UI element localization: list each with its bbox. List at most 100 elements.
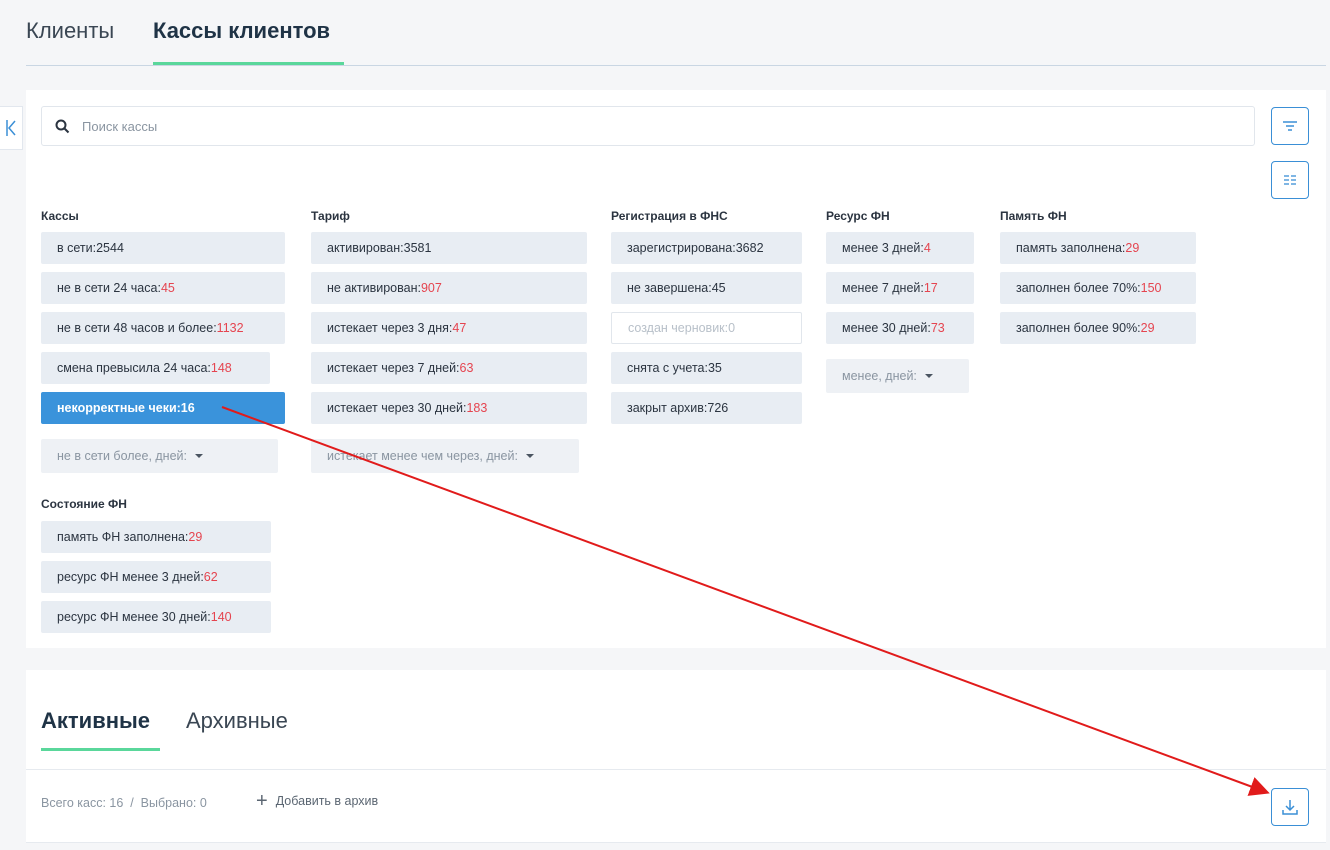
- results-panel: Активные Архивные Всего касс: 16 / Выбра…: [26, 670, 1326, 842]
- chip-count: 4: [923, 241, 931, 255]
- expires-days-dropdown[interactable]: истекает менее чем через, дней:: [311, 439, 579, 473]
- chip-count: 150: [1140, 281, 1162, 295]
- chip-label: менее 7 дней:: [842, 281, 924, 295]
- download-button[interactable]: [1271, 788, 1309, 826]
- chip-fn-memory-full[interactable]: память ФН заполнена: 29: [41, 521, 271, 553]
- chip-count: 29: [1125, 241, 1140, 255]
- chip-label: истекает через 30 дней:: [327, 401, 467, 415]
- chip-resource-7d[interactable]: менее 7 дней: 17: [826, 272, 974, 304]
- chip-label: не завершена:: [627, 281, 712, 295]
- chip-registered[interactable]: зарегистрирована: 3682: [611, 232, 802, 264]
- offline-days-dropdown[interactable]: не в сети более, дней:: [41, 439, 278, 473]
- chip-label: активирован:: [327, 241, 404, 255]
- chip-label: истекает через 3 дня:: [327, 321, 453, 335]
- group-title-sostoyanie: Состояние ФН: [41, 497, 127, 511]
- chip-count: 16: [180, 401, 195, 415]
- chip-count: 29: [188, 530, 203, 544]
- group-title-pamyat: Память ФН: [1000, 209, 1067, 223]
- chip-not-activated[interactable]: не активирован: 907: [311, 272, 587, 304]
- chip-resource-30d[interactable]: менее 30 дней: 73: [826, 312, 974, 344]
- tab-archived[interactable]: Архивные: [186, 708, 288, 734]
- caret-down-icon: [195, 454, 203, 458]
- chip-label: заполнен более 70%:: [1016, 281, 1141, 295]
- caret-down-icon: [525, 454, 534, 458]
- group-title-tarif: Тариф: [311, 209, 350, 223]
- chip-label: некорректные чеки:: [57, 401, 181, 415]
- filter-panel: Кассы в сети: 2544 не в сети 24 часа: 45…: [26, 90, 1326, 648]
- chip-count: 45: [711, 281, 726, 295]
- chip-resource-3d[interactable]: менее 3 дней: 4: [826, 232, 974, 264]
- search-icon: [55, 119, 70, 134]
- chip-offline-24h[interactable]: не в сети 24 часа: 45: [41, 272, 285, 304]
- chip-count: 3581: [403, 241, 432, 255]
- chip-count: 148: [210, 361, 232, 375]
- chip-offline-48h[interactable]: не в сети 48 часов и более: 1132: [41, 312, 285, 344]
- chip-count: 2544: [96, 241, 124, 255]
- chip-archive-closed[interactable]: закрыт архив: 726: [611, 392, 802, 424]
- add-to-archive-label: Добавить в архив: [275, 794, 379, 808]
- resource-days-dropdown[interactable]: менее, дней:: [826, 359, 969, 393]
- chip-expires-3d[interactable]: истекает через 3 дня: 47: [311, 312, 587, 344]
- download-icon: [1282, 800, 1298, 815]
- chip-label: зарегистрирована:: [627, 241, 736, 255]
- chip-expires-30d[interactable]: истекает через 30 дней: 183: [311, 392, 587, 424]
- chip-fn-resource-30d[interactable]: ресурс ФН менее 30 дней: 140: [41, 601, 271, 633]
- group-title-kassy: Кассы: [41, 209, 79, 223]
- chip-draft-created: создан черновик: 0: [611, 312, 802, 344]
- chip-label: не активирован:: [327, 281, 421, 295]
- chip-label: истекает через 7 дней:: [327, 361, 460, 375]
- selection-summary: Всего касс: 16 / Выбрано: 0: [41, 796, 207, 810]
- add-to-archive-button[interactable]: + Добавить в архив: [256, 791, 379, 811]
- active-subtab-underline: [41, 748, 160, 751]
- dropdown-label: истекает менее чем через, дней:: [327, 449, 518, 463]
- collapse-sidebar-button[interactable]: [0, 106, 23, 150]
- chip-shift-exceeded[interactable]: смена превысила 24 часа: 148: [41, 352, 270, 384]
- chip-not-completed[interactable]: не завершена: 45: [611, 272, 802, 304]
- columns-icon: [1284, 175, 1296, 185]
- chip-incorrect-receipts[interactable]: некорректные чеки: 16: [41, 392, 285, 424]
- chip-memory-90[interactable]: заполнен более 90%: 29: [1000, 312, 1196, 344]
- chip-fn-resource-3d[interactable]: ресурс ФН менее 3 дней: 62: [41, 561, 271, 593]
- chip-label: память ФН заполнена:: [57, 530, 189, 544]
- chip-count: 62: [203, 570, 218, 584]
- chip-label: заполнен более 90%:: [1016, 321, 1141, 335]
- search-input[interactable]: [82, 107, 1242, 145]
- chip-deregistered[interactable]: снята с учета: 35: [611, 352, 802, 384]
- tab-client-kassas[interactable]: Кассы клиентов: [153, 18, 330, 44]
- columns-button[interactable]: [1271, 161, 1309, 199]
- chip-count: 140: [210, 610, 232, 624]
- dropdown-label: не в сети более, дней:: [57, 449, 187, 463]
- chip-label: ресурс ФН менее 3 дней:: [57, 570, 204, 584]
- chip-count: 3682: [735, 241, 764, 255]
- chip-memory-full[interactable]: память заполнена: 29: [1000, 232, 1196, 264]
- chip-activated[interactable]: активирован: 3581: [311, 232, 587, 264]
- chip-count: 73: [930, 321, 945, 335]
- chip-label: память заполнена:: [1016, 241, 1126, 255]
- chip-label: менее 3 дней:: [842, 241, 924, 255]
- chip-online[interactable]: в сети: 2544: [41, 232, 285, 264]
- chip-count: 726: [707, 401, 729, 415]
- group-title-resurs: Ресурс ФН: [826, 209, 890, 223]
- chip-count: 0: [728, 321, 736, 335]
- caret-down-icon: [924, 374, 933, 378]
- filter-icon: [1283, 121, 1297, 131]
- chip-count: 907: [420, 281, 442, 295]
- collapse-icon: [6, 120, 16, 136]
- tab-active[interactable]: Активные: [41, 708, 150, 734]
- tab-clients[interactable]: Клиенты: [26, 18, 114, 44]
- page-bottom-border: [26, 842, 1326, 843]
- chip-label: в сети:: [57, 241, 97, 255]
- filter-button[interactable]: [1271, 107, 1309, 145]
- chip-label: создан черновик:: [628, 321, 729, 335]
- chip-count: 45: [160, 281, 175, 295]
- chip-label: не в сети 24 часа:: [57, 281, 161, 295]
- chip-count: 17: [923, 281, 938, 295]
- divider: [26, 769, 1326, 770]
- chip-label: не в сети 48 часов и более:: [57, 321, 217, 335]
- chip-count: 29: [1140, 321, 1155, 335]
- chip-expires-7d[interactable]: истекает через 7 дней: 63: [311, 352, 587, 384]
- group-title-fns: Регистрация в ФНС: [611, 209, 728, 223]
- chip-count: 1132: [216, 321, 244, 335]
- chip-count: 63: [459, 361, 474, 375]
- chip-memory-70[interactable]: заполнен более 70%: 150: [1000, 272, 1196, 304]
